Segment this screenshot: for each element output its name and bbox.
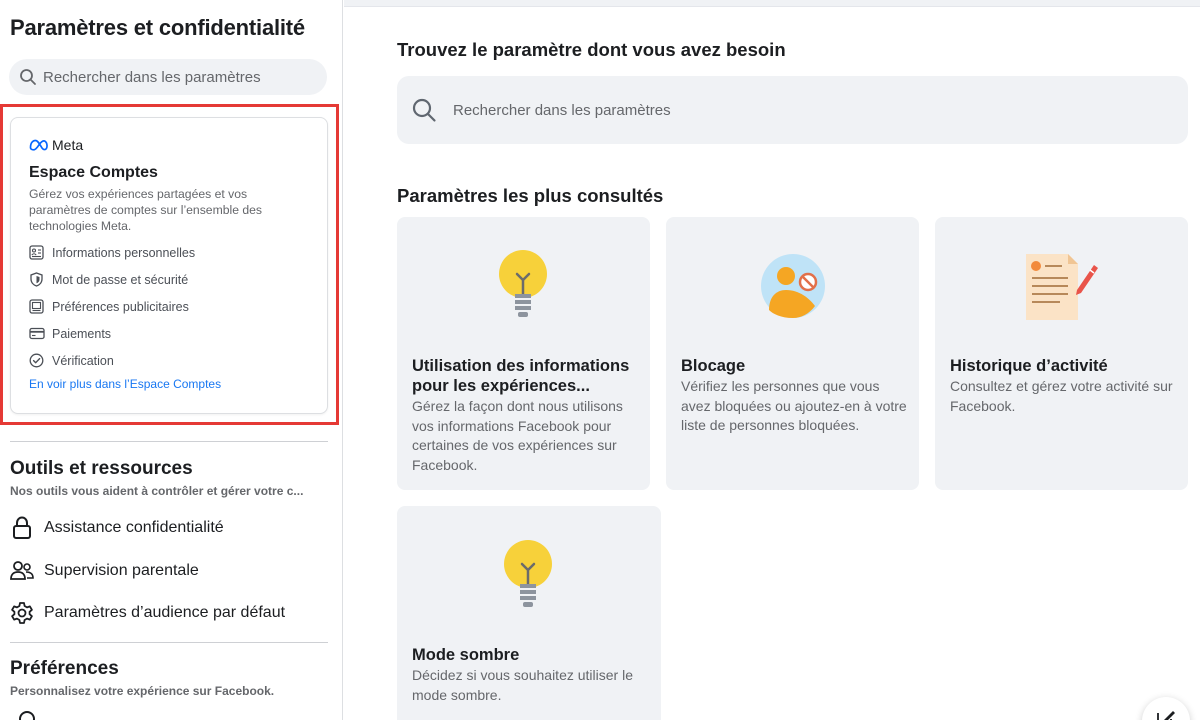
id-card-icon <box>28 244 45 261</box>
accounts-item-ad-preferences[interactable]: Préférences publicitaires <box>28 293 195 320</box>
check-badge-icon <box>28 352 45 369</box>
sidebar-search-input[interactable]: Rechercher dans les paramètres <box>9 59 327 95</box>
settings-tile-activity-log[interactable]: Historique d’activité Consultez et gérez… <box>935 217 1188 490</box>
accounts-item-label: Préférences publicitaires <box>52 299 189 314</box>
accounts-center-description: Gérez vos expériences partagées et vos p… <box>29 187 263 233</box>
settings-tile-info-usage[interactable]: Utilisation des informations pour les ex… <box>397 217 650 490</box>
main-search-placeholder: Rechercher dans les paramètres <box>453 101 671 119</box>
meta-logo: Meta <box>29 137 83 153</box>
lock-icon <box>10 516 34 540</box>
globe-icon <box>19 711 35 720</box>
accounts-item-payments[interactable]: Paiements <box>28 320 195 347</box>
credit-card-icon <box>28 325 45 342</box>
nav-item-default-audience[interactable]: Paramètres d’audience par défaut <box>10 599 285 627</box>
lightbulb-icon <box>496 250 550 329</box>
tools-section-subtitle: Nos outils vous aident à contrôler et gé… <box>10 484 304 498</box>
accounts-item-password-security[interactable]: Mot de passe et sécurité <box>28 266 195 293</box>
top-bar <box>344 0 1200 7</box>
settings-tile-blocking[interactable]: Blocage Vérifiez les personnes que vous … <box>666 217 919 490</box>
accounts-item-label: Paiements <box>52 326 112 341</box>
accounts-item-label: Mot de passe et sécurité <box>52 272 189 287</box>
accounts-center-title: Espace Comptes <box>29 164 158 181</box>
main-title: Trouvez le paramètre dont vous avez beso… <box>397 39 786 60</box>
accounts-item-label: Informations personnelles <box>52 245 196 260</box>
accounts-item-verification[interactable]: Vérification <box>28 347 195 374</box>
tile-title: Blocage <box>681 357 746 375</box>
meta-brand-text: Meta <box>52 137 84 153</box>
nav-item-label: Assistance confidentialité <box>44 519 224 536</box>
nav-item-parental-supervision[interactable]: Supervision parentale <box>10 557 199 585</box>
sidebar-divider <box>10 642 328 643</box>
people-icon <box>10 559 34 583</box>
settings-sidebar: Paramètres et confidentialité Rechercher… <box>0 0 343 720</box>
meta-infinity-icon <box>29 139 48 151</box>
tile-title: Utilisation des informations pour les ex… <box>412 357 630 395</box>
tile-description: Gérez la façon dont nous utilisons vos i… <box>412 398 623 473</box>
nav-item-privacy-checkup[interactable]: Assistance confidentialité <box>10 514 224 542</box>
blocked-person-icon <box>761 254 827 325</box>
nav-item-label: Paramètres d’audience par défaut <box>44 604 286 621</box>
tile-title: Historique d’activité <box>950 357 1108 375</box>
sidebar-title: Paramètres et confidentialité <box>10 15 305 40</box>
sidebar-search-placeholder: Rechercher dans les paramètres <box>43 68 261 86</box>
activity-log-icon <box>1024 250 1100 327</box>
tile-description: Décidez si vous souhaitez utiliser le mo… <box>412 667 633 703</box>
settings-tile-dark-mode[interactable]: Mode sombre Décidez si vous souhaitez ut… <box>397 506 661 720</box>
tools-section-title: Outils et ressources <box>10 458 193 479</box>
search-icon <box>19 68 37 86</box>
sidebar-divider <box>10 441 328 442</box>
tile-title: Mode sombre <box>412 646 520 664</box>
tile-description: Vérifiez les personnes que vous avez blo… <box>681 378 907 433</box>
lightbulb-icon <box>501 540 555 619</box>
shield-icon <box>28 271 45 288</box>
main-search-input[interactable]: Rechercher dans les paramètres <box>397 76 1188 144</box>
nav-item-label: Supervision parentale <box>44 562 199 579</box>
accounts-center-card[interactable]: Meta Espace Comptes Gérez vos expérience… <box>10 117 328 414</box>
search-icon <box>411 97 437 123</box>
preferences-section-title: Préférences <box>10 658 119 679</box>
accounts-item-personal-info[interactable]: Informations personnelles <box>28 239 195 266</box>
gear-icon <box>10 601 34 625</box>
preferences-section-subtitle: Personnalisez votre expérience sur Faceb… <box>10 684 275 698</box>
ad-monitor-icon <box>28 298 45 315</box>
compose-icon <box>1156 708 1176 720</box>
accounts-center-list: Informations personnelles Mot de passe e… <box>28 239 195 374</box>
tile-description: Consultez et gérez votre activité sur Fa… <box>950 378 1173 414</box>
accounts-center-more-link[interactable]: En voir plus dans l’Espace Comptes <box>29 377 221 391</box>
accounts-item-label: Vérification <box>52 353 114 368</box>
compose-button[interactable] <box>1142 697 1190 720</box>
most-viewed-title: Paramètres les plus consultés <box>397 185 664 206</box>
